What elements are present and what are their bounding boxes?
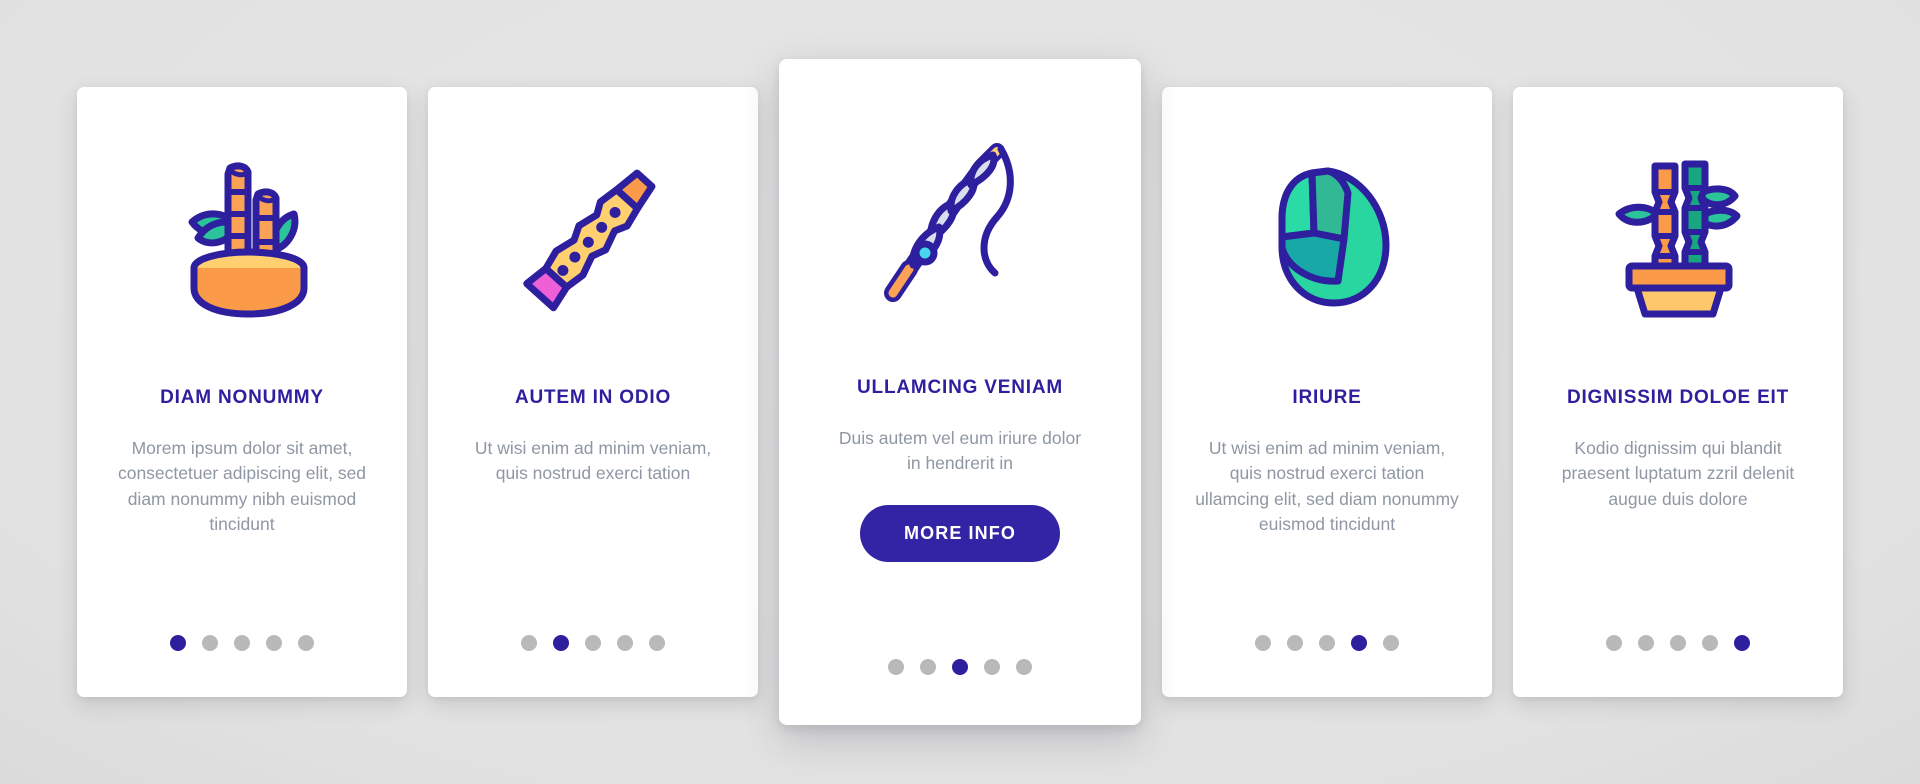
card-title: DIGNISSIM DOLOE EIT (1566, 387, 1790, 408)
pagination-dot-2[interactable] (553, 635, 569, 651)
pagination-dot-1[interactable] (521, 635, 537, 651)
pagination-dot-3[interactable] (952, 659, 968, 675)
pagination-dots[interactable] (77, 635, 407, 651)
pagination-dot-2[interactable] (1287, 635, 1303, 651)
pagination-dot-1[interactable] (1606, 635, 1622, 651)
pagination-dot-2[interactable] (202, 635, 218, 651)
pagination-dot-1[interactable] (888, 659, 904, 675)
card-title: AUTEM IN ODIO (514, 387, 672, 408)
pagination-dots[interactable] (1513, 635, 1843, 651)
card-body-text: Morem ipsum dolor sit amet, consectetuer… (117, 437, 367, 534)
onboarding-card-5[interactable]: DIGNISSIM DOLOE EIT Kodio dignissim qui … (1513, 87, 1843, 697)
pagination-dot-2[interactable] (1638, 635, 1654, 651)
pagination-dot-5[interactable] (649, 635, 665, 651)
pagination-dot-5[interactable] (298, 635, 314, 651)
pagination-dot-1[interactable] (170, 635, 186, 651)
pagination-dot-3[interactable] (585, 635, 601, 651)
pagination-dot-4[interactable] (266, 635, 282, 651)
card-body-text: Ut wisi enim ad minim veniam, quis nostr… (474, 437, 712, 484)
pagination-dot-5[interactable] (1383, 635, 1399, 651)
onboarding-card-2[interactable]: AUTEM IN ODIO Ut wisi enim ad minim veni… (428, 87, 758, 697)
pagination-dot-3[interactable] (1670, 635, 1686, 651)
onboarding-card-4[interactable]: IRIURE Ut wisi enim ad minim veniam, qui… (1162, 87, 1492, 697)
pagination-dot-4[interactable] (617, 635, 633, 651)
fishing-rod-icon (805, 59, 1115, 377)
onboarding-card-3[interactable]: ULLAMCING VENIAM Duis autem vel eum iriu… (779, 59, 1141, 725)
pagination-dots[interactable] (779, 659, 1141, 675)
leaf-icon (1188, 87, 1466, 387)
pagination-dot-3[interactable] (234, 635, 250, 651)
pagination-dots[interactable] (1162, 635, 1492, 651)
potted-bamboo-icon (1539, 87, 1817, 387)
pagination-dot-5[interactable] (1734, 635, 1750, 651)
onboarding-card-1[interactable]: DIAM NONUMMY Morem ipsum dolor sit amet,… (77, 87, 407, 697)
pagination-dot-3[interactable] (1319, 635, 1335, 651)
card-body-text: Ut wisi enim ad minim veniam, quis nostr… (1195, 437, 1459, 534)
pagination-dot-2[interactable] (920, 659, 936, 675)
pagination-dots[interactable] (428, 635, 758, 651)
pagination-dot-4[interactable] (1351, 635, 1367, 651)
more-info-button[interactable]: MORE INFO (860, 504, 1060, 562)
pagination-dot-1[interactable] (1255, 635, 1271, 651)
pagination-dot-5[interactable] (1016, 659, 1032, 675)
flute-icon (454, 87, 732, 387)
card-title: IRIURE (1292, 387, 1362, 408)
card-body-text: Duis autem vel eum iriure dolor in hendr… (838, 427, 1082, 474)
pagination-dot-4[interactable] (984, 659, 1000, 675)
onboarding-screens-board: DIAM NONUMMY Morem ipsum dolor sit amet,… (0, 0, 1920, 784)
card-body-text: Kodio dignissim qui blandit praesent lup… (1561, 437, 1795, 509)
card-title: DIAM NONUMMY (160, 387, 324, 408)
bamboo-bowl-icon (103, 87, 381, 387)
card-title: ULLAMCING VENIAM (857, 377, 1063, 398)
pagination-dot-4[interactable] (1702, 635, 1718, 651)
